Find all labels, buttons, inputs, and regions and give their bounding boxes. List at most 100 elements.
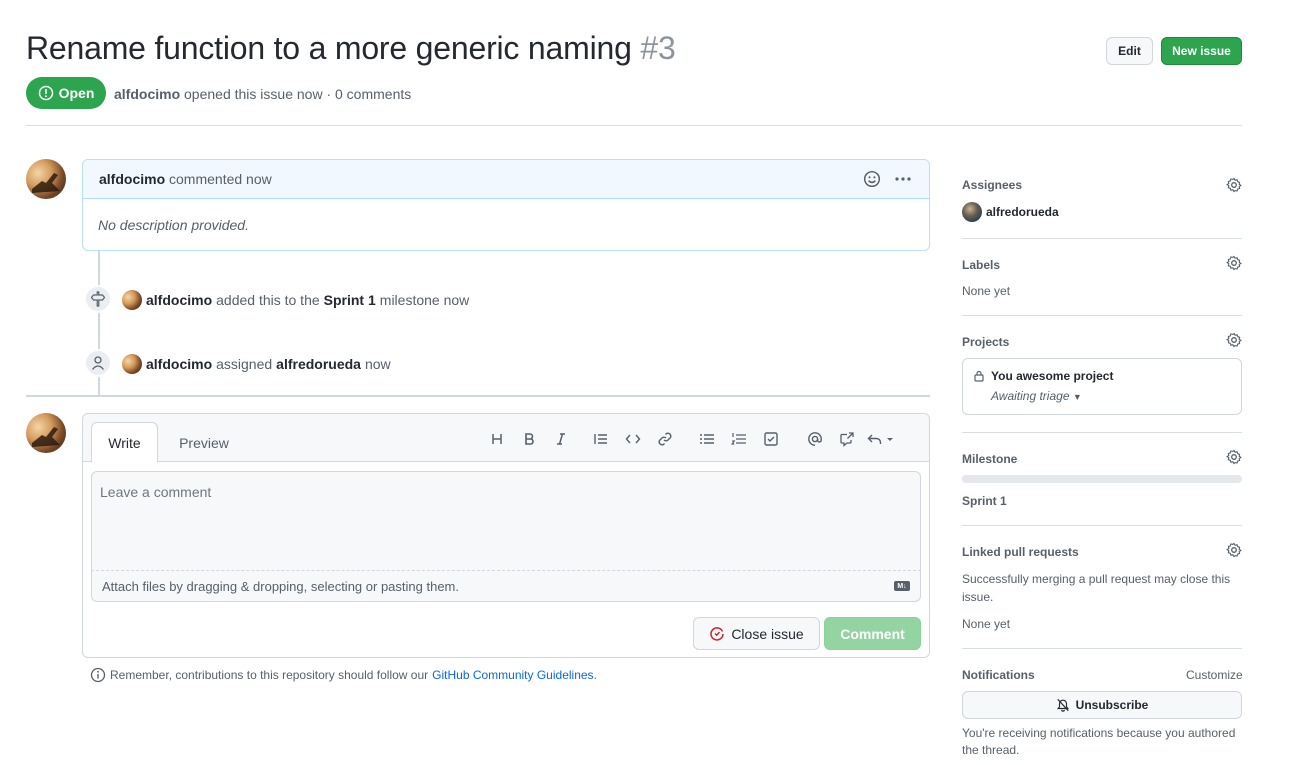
assign-badge	[84, 349, 112, 377]
new-issue-button[interactable]: New issue	[1161, 37, 1242, 65]
attach-hint: Attach files by dragging & dropping, sel…	[102, 578, 459, 594]
close-issue-label: Close issue	[731, 625, 804, 642]
assignees-heading[interactable]: Assignees	[962, 178, 1022, 192]
comment-box: alfdocimo commented now No description p…	[82, 159, 930, 251]
edit-button[interactable]: Edit	[1106, 37, 1153, 65]
project-name[interactable]: You awesome project	[973, 369, 1231, 383]
gear-icon[interactable]	[1226, 449, 1242, 465]
timeline-text[interactable]: milestone now	[380, 292, 470, 308]
issue-meta: alfdocimo opened this issue now · 0 comm…	[114, 86, 411, 102]
smiley-icon[interactable]	[863, 170, 881, 188]
header-divider	[26, 125, 1242, 126]
bold-icon[interactable]	[513, 428, 545, 450]
timeline-text[interactable]: now	[365, 356, 391, 372]
comment-editor: Write Preview Leave a comment Attach fil…	[82, 413, 930, 658]
timeline-item-milestone: alfdocimo added this to the Sprint 1 mil…	[122, 290, 469, 310]
bell-slash-icon	[1056, 698, 1069, 712]
sidebar-divider	[962, 432, 1242, 433]
timeline-text: assigned	[216, 356, 273, 372]
avatar[interactable]	[122, 354, 142, 374]
projects-heading[interactable]: Projects	[962, 335, 1009, 349]
heading-icon[interactable]	[481, 428, 513, 450]
labels-value: None yet	[962, 284, 1011, 298]
gear-icon[interactable]	[1226, 542, 1242, 558]
comment-submit-button[interactable]: Comment	[824, 617, 921, 650]
timeline-item-assigned: alfdocimo assigned alfredorueda now	[122, 354, 391, 374]
gear-icon[interactable]	[1226, 255, 1242, 271]
comment-header-text: alfdocimo commented now	[99, 171, 272, 187]
issue-meta-text: opened this issue now · 0 comments	[184, 86, 412, 102]
quote-icon[interactable]	[585, 428, 617, 450]
issue-number: #3	[640, 30, 676, 66]
avatar[interactable]	[26, 413, 66, 453]
issue-title: Rename function to a more generic naming…	[26, 30, 676, 67]
project-status-dropdown[interactable]: Awaiting triage ▼	[991, 389, 1231, 403]
milestone-link[interactable]: Sprint 1	[324, 292, 376, 308]
ordered-list-icon[interactable]	[723, 428, 755, 450]
person-icon	[91, 356, 105, 370]
cross-reference-icon[interactable]	[831, 428, 863, 450]
tasklist-icon[interactable]	[755, 428, 787, 450]
comment-action[interactable]: commented now	[169, 171, 272, 187]
comment-author-link[interactable]: alfdocimo	[99, 171, 165, 187]
gear-icon[interactable]	[1226, 332, 1242, 348]
editor-tabs: Write Preview	[83, 414, 929, 463]
avatar[interactable]	[26, 159, 66, 199]
community-guidelines-link[interactable]: GitHub Community Guidelines	[432, 668, 593, 682]
assignee-link[interactable]: alfredorueda	[276, 356, 361, 372]
unsubscribe-label: Unsubscribe	[1075, 698, 1149, 712]
timeline-actor-link[interactable]: alfdocimo	[146, 356, 212, 372]
customize-link[interactable]: Customize	[1186, 668, 1243, 682]
code-icon[interactable]	[617, 428, 649, 450]
issue-open-icon	[38, 85, 53, 101]
sidebar-divider	[962, 238, 1242, 239]
reply-dropdown-icon[interactable]	[863, 428, 899, 450]
guidelines-text: Remember, contributions to this reposito…	[110, 668, 429, 682]
sidebar-divider	[962, 525, 1242, 526]
labels-heading[interactable]: Labels	[962, 258, 1000, 272]
linked-prs-heading[interactable]: Linked pull requests	[962, 545, 1079, 559]
milestone-heading[interactable]: Milestone	[962, 452, 1017, 466]
caret-down-icon: ▼	[1072, 392, 1082, 402]
milestone-icon	[90, 291, 106, 307]
markdown-icon[interactable]: M↓	[894, 581, 910, 591]
assignee-item[interactable]: alfredorueda	[962, 202, 1059, 222]
sidebar-divider	[962, 648, 1242, 649]
markdown-toolbar	[481, 428, 899, 450]
gear-icon[interactable]	[1226, 177, 1242, 193]
timeline-divider	[26, 395, 930, 397]
italic-icon[interactable]	[545, 428, 577, 450]
avatar[interactable]	[122, 290, 142, 310]
timeline-text: added this to the	[216, 292, 320, 308]
assignee-name: alfredorueda	[986, 205, 1059, 219]
mention-icon[interactable]	[799, 428, 831, 450]
milestone-badge	[84, 285, 112, 313]
notifications-heading: Notifications	[962, 668, 1035, 682]
tab-write[interactable]: Write	[91, 422, 158, 463]
lock-icon	[974, 370, 984, 382]
unsubscribe-button[interactable]: Unsubscribe	[962, 691, 1242, 719]
issue-closed-icon	[710, 626, 725, 641]
close-issue-button[interactable]: Close issue	[693, 617, 820, 650]
info-icon	[90, 667, 106, 683]
issue-title-text: Rename function to a more generic naming	[26, 30, 632, 66]
linked-prs-description: Successfully merging a pull request may …	[962, 572, 1231, 604]
guidelines-note: Remember, contributions to this reposito…	[90, 667, 597, 683]
tab-preview[interactable]: Preview	[165, 422, 243, 463]
file-attach-area[interactable]: Attach files by dragging & dropping, sel…	[91, 571, 921, 602]
timeline-actor-link[interactable]: alfdocimo	[146, 292, 212, 308]
unordered-list-icon[interactable]	[691, 428, 723, 450]
comment-header: alfdocimo commented now	[83, 160, 929, 199]
link-icon[interactable]	[649, 428, 681, 450]
sidebar-divider	[962, 315, 1242, 316]
kebab-horizontal-icon[interactable]	[893, 171, 913, 187]
comment-textarea[interactable]: Leave a comment	[91, 471, 921, 571]
project-card: You awesome project Awaiting triage ▼	[962, 358, 1242, 415]
milestone-progress-bar	[962, 475, 1242, 483]
issue-author-link[interactable]: alfdocimo	[114, 86, 180, 102]
notification-reason: You're receiving notifications because y…	[962, 726, 1236, 757]
comment-body: No description provided.	[98, 217, 249, 233]
comment-actions	[863, 170, 913, 188]
project-name-text: You awesome project	[991, 369, 1114, 383]
milestone-link[interactable]: Sprint 1	[962, 494, 1007, 508]
